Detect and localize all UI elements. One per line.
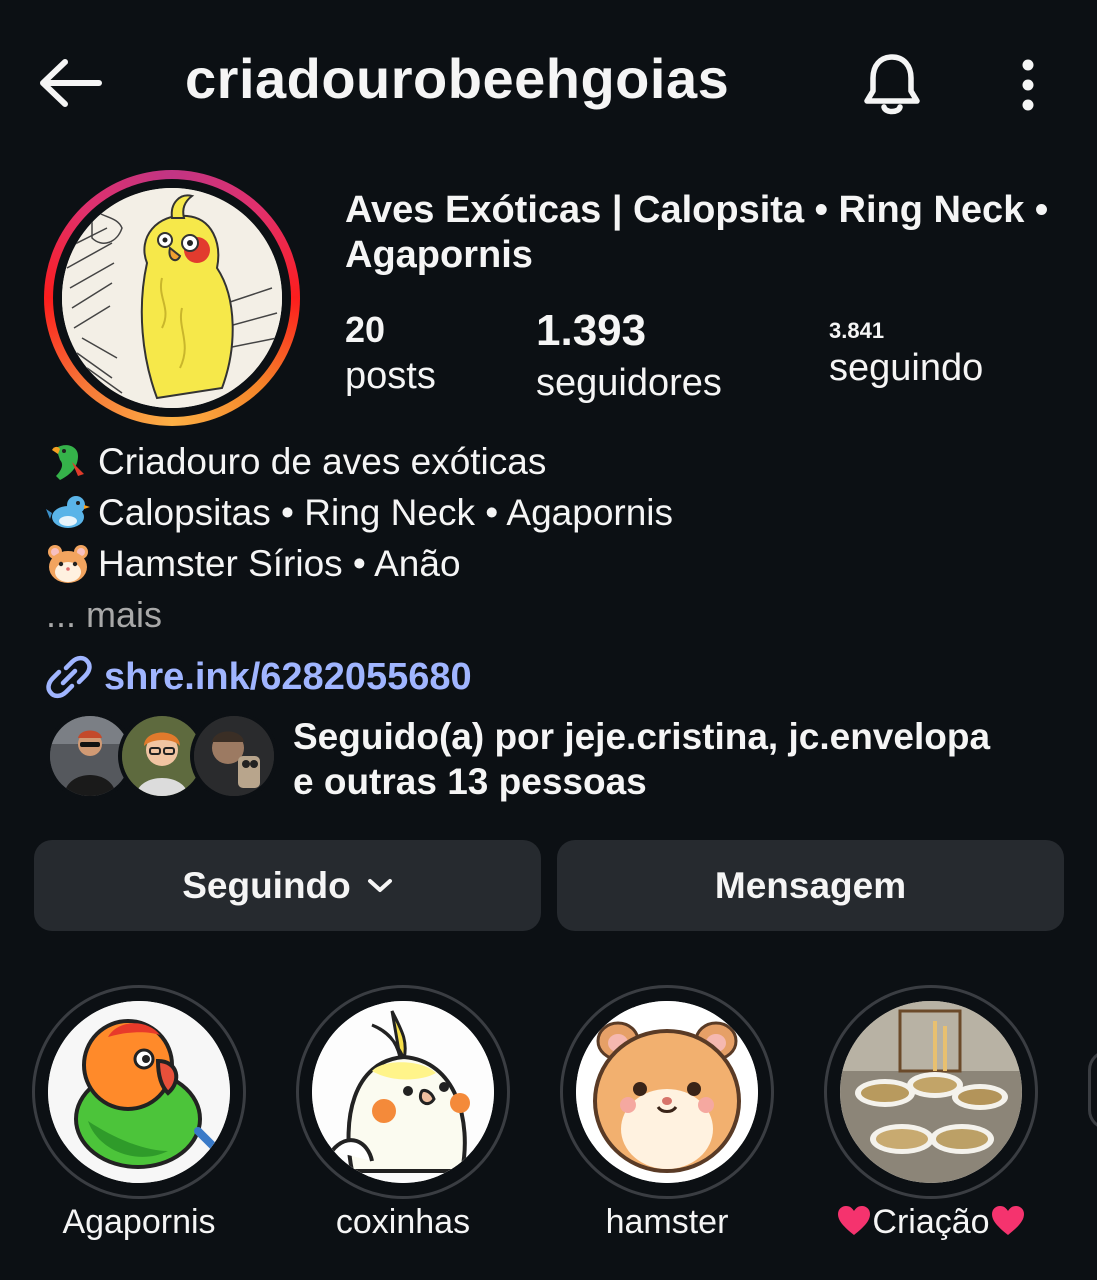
following-count: 3.841 [829, 318, 885, 343]
message-button-label: Mensagem [714, 864, 907, 906]
follower-avatar[interactable] [190, 712, 278, 800]
highlight-label: hamster [605, 1203, 729, 1241]
bio-line: Hamster Sírios • Anão [46, 538, 1046, 589]
profile-display-name: Aves Exóticas | Calopsita • Ring Neck • … [345, 189, 1049, 276]
profile-username: criadourobeehgoias [185, 47, 730, 110]
highlight-hamster[interactable]: hamster [560, 985, 774, 1255]
bio-text: Criadouro de aves exóticas [98, 440, 547, 482]
highlight-cover [48, 1001, 230, 1183]
highlight-next-edge[interactable] [1088, 1050, 1097, 1130]
bio-line: Calopsitas • Ring Neck • Agapornis [46, 487, 1046, 538]
stat-posts[interactable]: 20 posts [345, 308, 436, 400]
bio-more-link[interactable]: ... mais [46, 594, 162, 636]
following-button[interactable]: Seguindo [34, 840, 541, 931]
parrot-emoji-icon [46, 440, 98, 484]
profile-avatar[interactable] [44, 170, 300, 426]
bio-line: Criadouro de aves exóticas [46, 436, 1046, 487]
highlight-cover [312, 1001, 494, 1183]
profile-bio: Criadouro de aves exóticas Calopsitas • … [46, 436, 1046, 589]
stat-following[interactable]: 3.841 seguindo [829, 318, 983, 392]
top-bar: criadourobeehgoias [0, 0, 1097, 165]
message-button[interactable]: Mensagem [557, 840, 1064, 931]
highlight-agapornis[interactable]: Agapornis [32, 985, 246, 1255]
highlight-label: Agapornis [62, 1203, 216, 1241]
highlight-cover [840, 1001, 1022, 1183]
bio-text: Hamster Sírios • Anão [98, 542, 461, 584]
following-button-label: Seguindo [182, 864, 351, 906]
profile-link[interactable]: shre.ink/6282055680 [46, 654, 472, 700]
highlight-coxinhas[interactable]: coxinhas [296, 985, 510, 1255]
highlight-cover [576, 1001, 758, 1183]
vertical-dots-icon [1022, 59, 1034, 111]
heart-icon [991, 1206, 1024, 1235]
back-button[interactable] [30, 48, 110, 118]
stat-followers[interactable]: 1.393 seguidores [536, 306, 722, 410]
heart-icon [838, 1206, 871, 1235]
notifications-button[interactable] [852, 44, 932, 124]
followed-by: Seguido(a) por jeje.cristina, jc.envelop… [46, 712, 1056, 804]
highlight-label: Criação [804, 1203, 1058, 1242]
hamster-emoji-icon [46, 542, 98, 586]
posts-count: 20 [345, 309, 386, 350]
chevron-down-icon [367, 878, 392, 892]
highlight-label: coxinhas [335, 1203, 471, 1241]
followers-count: 1.393 [536, 306, 647, 355]
bio-text: Calopsitas • Ring Neck • Agapornis [98, 491, 674, 533]
link-icon [46, 655, 92, 699]
more-options-button[interactable] [1003, 50, 1053, 120]
followed-by-text[interactable]: Seguido(a) por jeje.cristina, jc.envelop… [293, 714, 1053, 804]
bell-icon [864, 54, 920, 115]
link-text: shre.ink/6282055680 [104, 655, 472, 698]
highlight-criacao[interactable]: Criação [824, 985, 1038, 1255]
following-label: seguindo [829, 347, 984, 389]
arrow-left-icon [40, 59, 102, 107]
avatar-cockatiel-drawing [62, 188, 282, 408]
posts-label: posts [345, 355, 436, 397]
bird-emoji-icon [46, 491, 98, 535]
followers-label: seguidores [536, 362, 722, 404]
